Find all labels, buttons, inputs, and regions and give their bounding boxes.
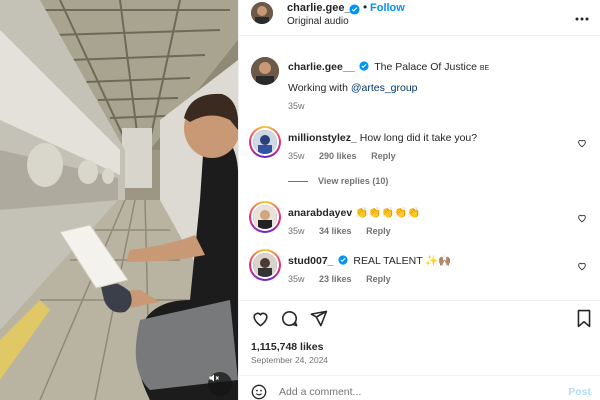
- comment-text: anarabdayev 👏👏👏👏👏: [288, 206, 421, 220]
- follow-button[interactable]: Follow: [370, 2, 405, 14]
- avatar-image: [253, 205, 277, 229]
- comments-list[interactable]: charlie.gee__ The Palace Of Justice BE W…: [239, 37, 600, 300]
- comment-time: 35w: [288, 151, 305, 161]
- mute-toggle-button[interactable]: [208, 372, 232, 396]
- post-actions-section: 1,115,748 likes September 24, 2024 Post: [239, 300, 600, 400]
- avatar-image: [253, 130, 277, 154]
- comment-body: 👏👏👏👏👏: [355, 207, 421, 219]
- caption-author-avatar[interactable]: [251, 57, 279, 85]
- comment-text: millionstylez_ How long did it take you?: [288, 131, 477, 145]
- caption-username[interactable]: charlie.gee__: [288, 61, 355, 73]
- comment-meta: 35w 34 likes Reply: [288, 226, 403, 236]
- comment-time: 35w: [288, 274, 305, 284]
- comment-like-heart-icon[interactable]: [577, 211, 587, 226]
- comment-likes[interactable]: 290 likes: [319, 151, 357, 161]
- caption-working-with: Working with: [288, 82, 351, 94]
- instagram-post-view: charlie.gee__ • Follow Original audio ch…: [0, 0, 600, 400]
- caption-line-2: Working with @artes_group: [288, 81, 418, 95]
- commenter-avatar: [253, 205, 277, 229]
- video-frame-illustration: [0, 0, 238, 400]
- comment-likes[interactable]: 23 likes: [319, 274, 352, 284]
- header-separator: •: [363, 0, 368, 14]
- comment-time: 35w: [288, 226, 305, 236]
- emoji-icon[interactable]: [251, 384, 267, 400]
- post-header: charlie.gee__ • Follow Original audio: [239, 0, 600, 36]
- bookmark-icon[interactable]: [576, 309, 592, 331]
- comment-username[interactable]: millionstylez_: [288, 132, 357, 144]
- avatar-image: [253, 253, 277, 277]
- audio-label[interactable]: Original audio: [287, 16, 349, 27]
- add-comment-bar: Post: [239, 375, 600, 400]
- comment-item: stud007_ REAL TALENT ✨🙌🏽 35w 23 likes Re…: [249, 249, 591, 295]
- story-ring[interactable]: [249, 126, 281, 158]
- commenter-avatar: [253, 130, 277, 154]
- muted-speaker-icon: [209, 374, 219, 382]
- comment-meta: 35w 23 likes Reply: [288, 274, 403, 284]
- caption-row: charlie.gee__ The Palace Of Justice BE W…: [251, 57, 591, 117]
- comment-like-heart-icon[interactable]: [577, 259, 587, 274]
- comment-body: REAL TALENT ✨🙌🏽: [353, 255, 452, 267]
- story-ring[interactable]: [249, 249, 281, 281]
- heart-icon[interactable]: [251, 309, 270, 331]
- comment-text: stud007_ REAL TALENT ✨🙌🏽: [288, 254, 452, 268]
- caption-mention-link[interactable]: @artes_group: [351, 82, 418, 94]
- reply-button[interactable]: Reply: [366, 226, 391, 236]
- view-replies-label: View replies (10): [318, 176, 389, 186]
- commenter-avatar: [253, 253, 277, 277]
- likes-count[interactable]: 1,115,748 likes: [251, 341, 323, 353]
- comment-username[interactable]: anarabdayev: [288, 207, 352, 219]
- comment-body: How long did it take you?: [359, 132, 478, 144]
- comment-username[interactable]: stud007_: [288, 255, 334, 267]
- author-avatar[interactable]: [251, 2, 273, 24]
- comment-item: anarabdayev 👏👏👏👏👏 35w 34 likes Reply: [249, 201, 591, 247]
- comment-likes[interactable]: 34 likes: [319, 226, 352, 236]
- avatar-image: [251, 2, 273, 24]
- reply-button[interactable]: Reply: [371, 151, 396, 161]
- post-date: September 24, 2024: [251, 355, 329, 365]
- story-ring[interactable]: [249, 201, 281, 233]
- verified-badge-icon: [359, 61, 370, 71]
- share-icon[interactable]: [309, 309, 328, 331]
- post-comment-button[interactable]: Post: [568, 386, 591, 398]
- comment-item: millionstylez_ How long did it take you?…: [249, 126, 591, 208]
- caption-time: 35w: [288, 101, 305, 111]
- caption-meta: 35w: [288, 101, 317, 111]
- post-side-panel: charlie.gee__ • Follow Original audio ch…: [238, 0, 600, 400]
- comment-icon[interactable]: [280, 309, 299, 331]
- view-replies-button[interactable]: View replies (10): [288, 176, 388, 186]
- caption-body: The Palace Of Justice: [374, 61, 480, 73]
- author-username[interactable]: charlie.gee__: [287, 2, 357, 14]
- reply-button[interactable]: Reply: [366, 274, 391, 284]
- add-comment-input[interactable]: [279, 386, 519, 398]
- comment-meta: 35w 290 likes Reply: [288, 151, 408, 161]
- post-media-video[interactable]: [0, 0, 238, 400]
- avatar-image: [251, 57, 279, 85]
- caption-country-flag: BE: [479, 65, 490, 72]
- caption-text: charlie.gee__ The Palace Of Justice BE: [288, 60, 489, 76]
- comment-like-heart-icon[interactable]: [577, 136, 587, 151]
- verified-badge-icon: [349, 3, 360, 18]
- more-options-icon[interactable]: [575, 9, 589, 24]
- verified-badge-icon: [338, 255, 349, 265]
- view-replies-line: [288, 181, 308, 183]
